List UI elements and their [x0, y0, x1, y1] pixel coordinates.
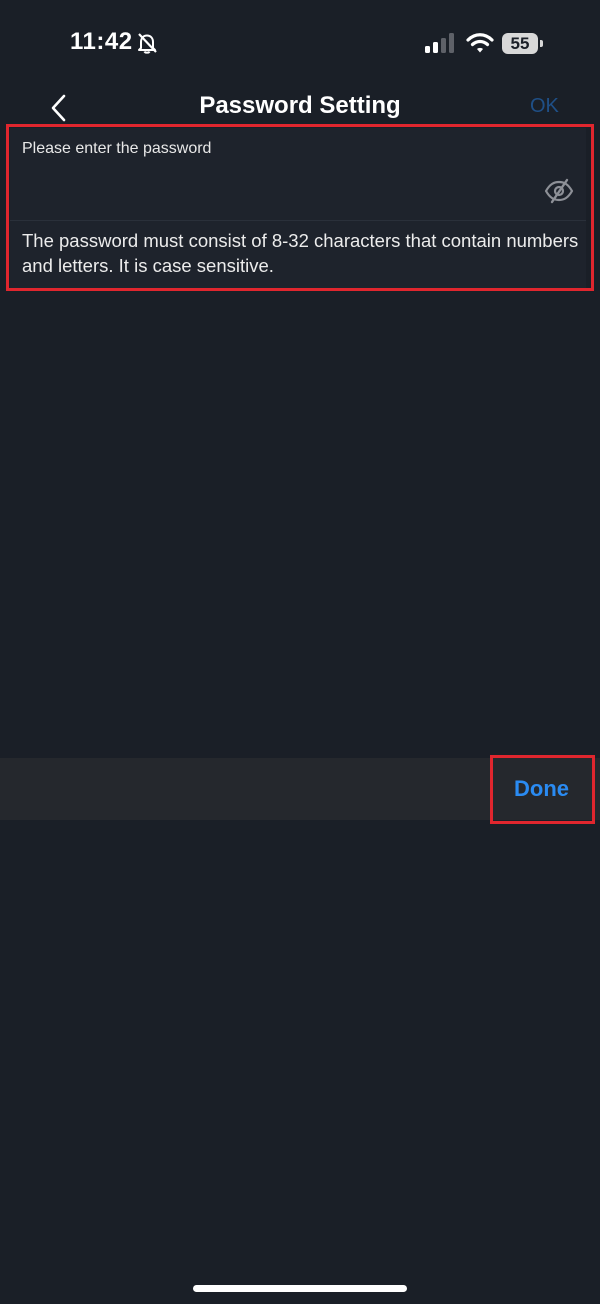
page-title: Password Setting	[199, 92, 401, 119]
bell-slash-icon	[138, 33, 157, 54]
battery-icon: 55	[502, 33, 543, 54]
ok-button[interactable]: OK	[530, 95, 559, 118]
wifi-icon	[466, 33, 494, 53]
cellular-signal-icon	[425, 33, 454, 53]
battery-cap	[540, 40, 543, 47]
highlight-done-button	[490, 755, 595, 824]
status-time: 11:42	[70, 28, 133, 55]
battery-level: 55	[502, 33, 538, 54]
home-indicator[interactable]	[193, 1285, 407, 1292]
highlight-password-form	[6, 124, 594, 291]
